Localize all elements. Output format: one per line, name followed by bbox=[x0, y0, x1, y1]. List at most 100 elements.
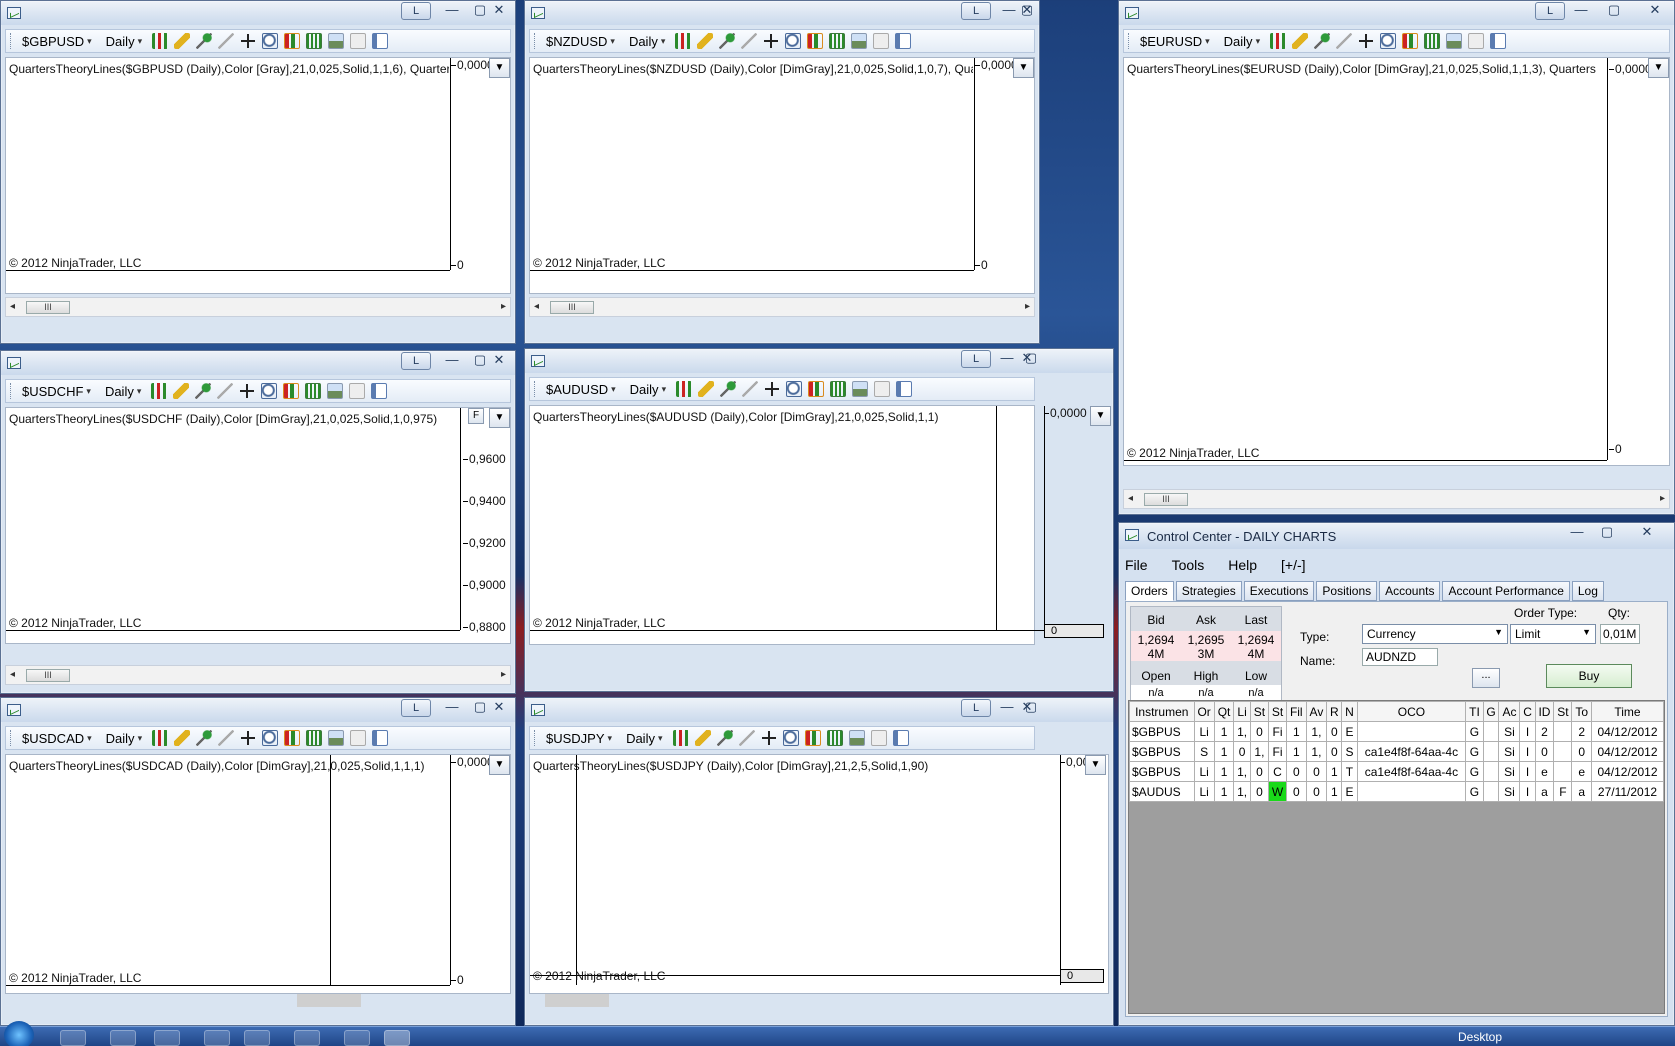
document-icon[interactable] bbox=[110, 1030, 136, 1046]
link-button[interactable]: L bbox=[401, 352, 431, 370]
link-button[interactable]: L bbox=[401, 2, 431, 20]
qty-input[interactable]: 0,01M bbox=[1600, 624, 1640, 644]
snap-off-icon[interactable] bbox=[738, 730, 755, 746]
chart-panel[interactable]: QuartersTheoryLines($USDCAD (Daily),Colo… bbox=[5, 754, 511, 994]
data-box-icon[interactable] bbox=[350, 33, 367, 49]
horizontal-scrollbar[interactable]: ◂ III ▸ bbox=[529, 297, 1035, 317]
name-input[interactable]: AUDNZD bbox=[1362, 648, 1438, 666]
snap-off-icon[interactable] bbox=[217, 383, 234, 399]
snap-off-icon[interactable] bbox=[1336, 33, 1353, 49]
explorer-icon[interactable] bbox=[60, 1030, 86, 1046]
drawing-tool-icon[interactable] bbox=[174, 730, 191, 746]
menu-expand[interactable]: [+/-] bbox=[1281, 557, 1306, 573]
order-row[interactable]: $GBPUS Li 1 1, 0 Fi 1 1, 0 E G Si I 2 2 04/12/2012 bbox=[1129, 721, 1665, 742]
crosshair-icon[interactable] bbox=[1358, 33, 1375, 49]
chart-dropdown-button[interactable]: ▼ bbox=[489, 408, 510, 428]
column-header[interactable]: Instrumen bbox=[1129, 701, 1195, 722]
minimize-icon[interactable]: — bbox=[440, 699, 464, 717]
horizontal-scrollbar[interactable]: ◂ III ▸ bbox=[1123, 489, 1670, 509]
strategies-icon[interactable] bbox=[305, 383, 322, 399]
chart-dropdown-button[interactable]: ▼ bbox=[489, 755, 510, 775]
zoom-icon[interactable] bbox=[786, 381, 803, 397]
strategies-icon[interactable] bbox=[829, 33, 846, 49]
close-icon[interactable]: ✕ bbox=[1015, 699, 1039, 717]
scroll-right-icon[interactable]: ▸ bbox=[1025, 301, 1030, 312]
instrument-selector[interactable]: $USDCHF bbox=[18, 384, 95, 399]
title-bar[interactable]: Control Center - DAILY CHARTS — ▢ ✕ bbox=[1119, 523, 1674, 549]
properties-icon[interactable] bbox=[892, 730, 909, 746]
order-row[interactable]: $AUDUS Li 1 1, 0 W 0 0 1 E G Si Ia Fa 27/11/2012 bbox=[1129, 781, 1665, 802]
scroll-thumb[interactable]: III bbox=[550, 301, 594, 314]
chart-style-icon[interactable] bbox=[672, 730, 689, 746]
snapshot-icon[interactable] bbox=[328, 730, 345, 746]
chart-dropdown-button[interactable]: ▼ bbox=[1648, 58, 1669, 78]
title-bar[interactable]: L — ▢ ✕ bbox=[525, 1, 1039, 25]
link-button[interactable]: L bbox=[961, 2, 991, 20]
minimize-icon[interactable]: — bbox=[440, 2, 464, 20]
firefox-icon[interactable] bbox=[244, 1030, 270, 1046]
column-header[interactable]: OCO bbox=[1356, 701, 1467, 722]
menu-help[interactable]: Help bbox=[1228, 557, 1257, 573]
snap-mode-icon[interactable] bbox=[719, 33, 736, 49]
scroll-thumb[interactable]: III bbox=[26, 669, 70, 682]
title-bar[interactable]: L — ▢ ✕ bbox=[1119, 1, 1674, 25]
snap-off-icon[interactable] bbox=[741, 33, 758, 49]
snap-mode-icon[interactable] bbox=[720, 381, 737, 397]
chart-panel[interactable]: QuartersTheoryLines($GBPUSD (Daily),Colo… bbox=[5, 57, 511, 294]
link-button[interactable]: L bbox=[401, 699, 431, 717]
close-icon[interactable]: ✕ bbox=[1643, 2, 1667, 20]
interval-selector[interactable]: Daily bbox=[102, 34, 146, 49]
ninjatrader-icon[interactable] bbox=[384, 1030, 410, 1046]
close-icon[interactable]: ✕ bbox=[1635, 524, 1659, 542]
snapshot-icon[interactable] bbox=[851, 33, 868, 49]
drawing-tool-icon[interactable] bbox=[173, 383, 190, 399]
close-icon[interactable]: ✕ bbox=[1015, 350, 1039, 368]
crosshair-icon[interactable] bbox=[240, 33, 257, 49]
drawing-tool-icon[interactable] bbox=[697, 33, 714, 49]
zoom-icon[interactable] bbox=[785, 33, 802, 49]
chart-panel[interactable]: QuartersTheoryLines($USDCHF (Daily),Colo… bbox=[5, 407, 511, 644]
scroll-left-icon[interactable]: ◂ bbox=[1128, 493, 1133, 504]
interval-selector[interactable]: Daily bbox=[625, 34, 669, 49]
tab-account-performance[interactable]: Account Performance bbox=[1442, 581, 1570, 601]
tab-positions[interactable]: Positions bbox=[1316, 581, 1378, 601]
column-header[interactable]: ID bbox=[1534, 701, 1555, 722]
media-icon[interactable] bbox=[154, 1030, 180, 1046]
title-bar[interactable]: L — ▢ ✕ bbox=[1, 698, 515, 722]
snap-mode-icon[interactable] bbox=[196, 33, 213, 49]
zoom-icon[interactable] bbox=[1380, 33, 1397, 49]
zoom-icon[interactable] bbox=[782, 730, 799, 746]
indicators-icon[interactable] bbox=[808, 381, 825, 397]
horizontal-scrollbar[interactable]: ◂ III ▸ bbox=[5, 665, 511, 685]
crosshair-icon[interactable] bbox=[760, 730, 777, 746]
column-header[interactable]: To bbox=[1571, 701, 1592, 722]
title-bar[interactable]: L — ▢ ✕ bbox=[525, 349, 1113, 373]
start-button[interactable] bbox=[4, 1021, 34, 1046]
properties-icon[interactable] bbox=[1490, 33, 1507, 49]
close-icon[interactable]: ✕ bbox=[487, 699, 511, 717]
maximize-icon[interactable]: ▢ bbox=[1595, 524, 1619, 542]
column-header[interactable]: G bbox=[1482, 701, 1500, 722]
crosshair-icon[interactable] bbox=[763, 33, 780, 49]
drawing-tool-icon[interactable] bbox=[694, 730, 711, 746]
drawing-tool-icon[interactable] bbox=[698, 381, 715, 397]
strategies-icon[interactable] bbox=[826, 730, 843, 746]
close-icon[interactable]: ✕ bbox=[487, 352, 511, 370]
menu-file[interactable]: File bbox=[1125, 557, 1148, 573]
chart-panel[interactable]: QuartersTheoryLines($USDJPY (Daily),Colo… bbox=[529, 754, 1109, 994]
menu-tools[interactable]: Tools bbox=[1172, 557, 1205, 573]
interval-selector[interactable]: Daily bbox=[1220, 34, 1264, 49]
instrument-selector[interactable]: $GBPUSD bbox=[18, 34, 96, 49]
order-row[interactable]: $GBPUS Li 1 1, 0 C 0 0 1 Tca1e4f8f-64aa-4c G Si Ie e 0… bbox=[1129, 761, 1665, 782]
chart-dropdown-button[interactable]: ▼ bbox=[1090, 406, 1111, 426]
data-box-icon[interactable] bbox=[873, 33, 890, 49]
column-header[interactable]: Qt bbox=[1213, 701, 1235, 722]
strategies-icon[interactable] bbox=[306, 33, 323, 49]
crosshair-icon[interactable] bbox=[239, 383, 256, 399]
tab-accounts[interactable]: Accounts bbox=[1379, 581, 1441, 601]
tab-orders[interactable]: Orders bbox=[1125, 581, 1174, 601]
snap-off-icon[interactable] bbox=[218, 33, 235, 49]
chart-style-icon[interactable] bbox=[1270, 33, 1287, 49]
scroll-left-icon[interactable]: ◂ bbox=[534, 301, 539, 312]
minimize-icon[interactable]: — bbox=[440, 352, 464, 370]
